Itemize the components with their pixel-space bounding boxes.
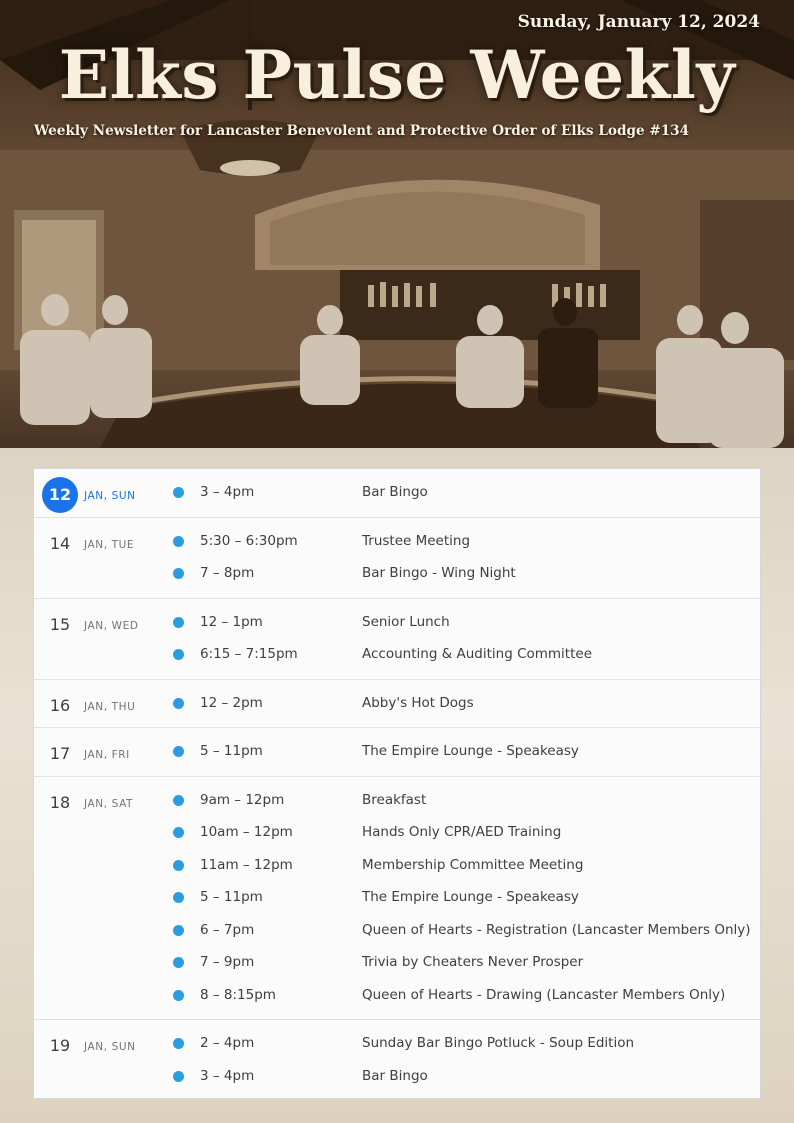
agenda-day: 18 JAN, SAT 9am – 12pm Breakfast 10am – 12pm… xyxy=(34,777,760,1020)
event-time: 11am – 12pm xyxy=(200,856,293,873)
event-title: Sunday Bar Bingo Potluck - Soup Edition xyxy=(362,1035,635,1051)
event-row[interactable]: 9am – 12pm Breakfast xyxy=(34,784,760,817)
event-row[interactable]: 8 – 8:15pm Queen of Hearts - Drawing (Lan… xyxy=(34,979,760,1012)
event-row[interactable]: 11am – 12pm Membership Committee Meeting xyxy=(34,849,760,882)
event-time: 8 – 8:15pm xyxy=(200,986,276,1003)
event-dot-icon xyxy=(173,989,184,1001)
agenda-day: 19 JAN, SUN 2 – 4pm Sunday Bar Bingo Potluc… xyxy=(34,1020,760,1098)
event-dot-icon xyxy=(173,697,184,709)
event-row[interactable]: 6 – 7pm Queen of Hearts - Registration (L… xyxy=(34,914,760,947)
event-dot-icon xyxy=(173,568,184,579)
event-row[interactable]: 5 – 11pm The Empire Lounge - Speakeasy xyxy=(34,881,760,914)
event-title: The Empire Lounge - Speakeasy xyxy=(362,889,579,905)
event-dot-icon xyxy=(173,827,184,838)
agenda-day: 15 JAN, WED 12 – 1pm Senior Lunch 6:15 – 7:1… xyxy=(34,599,760,680)
event-title: Hands Only CPR/AED Training xyxy=(362,824,562,840)
event-time: 9am – 12pm xyxy=(200,791,285,808)
event-dot-icon xyxy=(173,859,184,871)
event-dot-icon xyxy=(173,649,184,660)
newsletter-title: Elks Pulse Weekly xyxy=(58,36,736,114)
event-title: Accounting & Auditing Committee xyxy=(362,646,593,662)
event-title: Queen of Hearts - Registration (Lancaste… xyxy=(362,921,751,938)
event-row[interactable]: 10am – 12pm Hands Only CPR/AED Training xyxy=(34,816,760,849)
agenda-day: 12 JAN, SUN 3 – 4pm Bar Bingo xyxy=(34,469,760,518)
event-title: Trivia by Cheaters Never Prosper xyxy=(362,954,584,970)
event-dot-icon xyxy=(173,487,184,498)
event-row[interactable]: 3 – 4pm Bar Bingo xyxy=(34,476,760,509)
event-title: Bar Bingo - Wing Night xyxy=(362,565,516,581)
event-row[interactable]: 2 – 4pm Sunday Bar Bingo Potluck - Soup E… xyxy=(34,1027,760,1060)
event-title: Breakfast xyxy=(362,791,427,808)
event-title: Senior Lunch xyxy=(362,613,450,630)
agenda-day: 16 JAN, THU 12 – 2pm Abby's Hot Dogs xyxy=(34,680,760,728)
event-time: 5:30 – 6:30pm xyxy=(200,532,298,549)
event-title: Queen of Hearts - Drawing (Lancaster Mem… xyxy=(362,986,726,1003)
event-time: 10am – 12pm xyxy=(200,824,293,840)
event-row[interactable]: 3 – 4pm Bar Bingo xyxy=(34,1060,760,1093)
event-time: 5 – 11pm xyxy=(200,889,263,905)
event-time: 12 – 2pm xyxy=(200,694,263,711)
newsletter-tagline: Weekly Newsletter for Lancaster Benevole… xyxy=(34,123,690,139)
event-title: The Empire Lounge - Speakeasy xyxy=(362,743,579,759)
event-time: 3 – 4pm xyxy=(200,1067,255,1084)
event-title: Membership Committee Meeting xyxy=(362,856,584,873)
event-dot-icon xyxy=(173,892,184,903)
event-dot-icon xyxy=(173,616,184,628)
event-title: Trustee Meeting xyxy=(362,532,471,549)
event-dot-icon xyxy=(173,1038,184,1049)
agenda-day: 17 JAN, FRI 5 – 11pm The Empire Lounge - Sp… xyxy=(34,728,760,777)
event-row[interactable]: 5:30 – 6:30pm Trustee Meeting xyxy=(34,525,760,558)
event-dot-icon xyxy=(173,957,184,968)
event-dot-icon xyxy=(173,1070,184,1082)
event-title: Abby's Hot Dogs xyxy=(362,694,474,711)
event-dot-icon xyxy=(173,535,184,547)
issue-date: Sunday, January 12, 2024 xyxy=(517,12,760,32)
event-row[interactable]: 5 – 11pm The Empire Lounge - Speakeasy xyxy=(34,735,760,768)
event-dot-icon xyxy=(173,924,184,936)
event-time: 7 – 8pm xyxy=(200,565,255,581)
event-title: Bar Bingo xyxy=(362,1067,428,1084)
event-row[interactable]: 7 – 9pm Trivia by Cheaters Never Prosper xyxy=(34,946,760,979)
event-time: 2 – 4pm xyxy=(200,1035,255,1051)
event-row[interactable]: 7 – 8pm Bar Bingo - Wing Night xyxy=(34,557,760,590)
calendar-agenda: 12 JAN, SUN 3 – 4pm Bar Bingo 14 JAN, TUE 5:30… xyxy=(33,468,761,1099)
event-time: 3 – 4pm xyxy=(200,484,255,500)
event-time: 6:15 – 7:15pm xyxy=(200,646,298,662)
event-title: Bar Bingo xyxy=(362,484,428,500)
event-time: 12 – 1pm xyxy=(200,613,263,630)
header-photo: Sunday, January 12, 2024 Elks Pulse Week… xyxy=(0,0,794,448)
event-row[interactable]: 12 – 1pm Senior Lunch xyxy=(34,606,760,639)
event-row[interactable]: 12 – 2pm Abby's Hot Dogs xyxy=(34,687,760,720)
event-row[interactable]: 6:15 – 7:15pm Accounting & Auditing Commi… xyxy=(34,638,760,671)
agenda-day: 14 JAN, TUE 5:30 – 6:30pm Trustee Meeting 7 … xyxy=(34,518,760,599)
event-dot-icon xyxy=(173,746,184,757)
event-time: 7 – 9pm xyxy=(200,954,255,970)
event-dot-icon xyxy=(173,794,184,806)
event-time: 5 – 11pm xyxy=(200,743,263,759)
event-time: 6 – 7pm xyxy=(200,921,255,938)
